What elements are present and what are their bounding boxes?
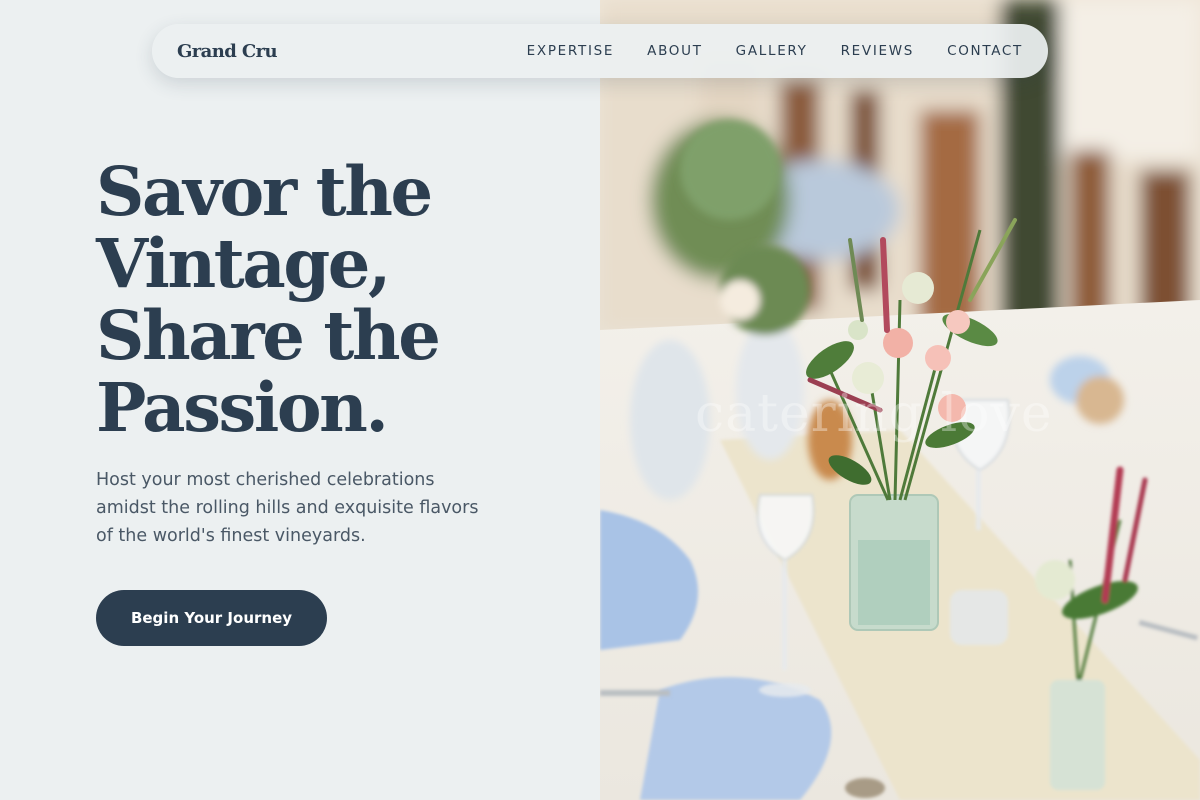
hero-title-line: Share the <box>96 296 441 375</box>
brand-logo[interactable]: Grand Cru <box>177 41 278 62</box>
nav-links: EXPERTISE ABOUT GALLERY REVIEWS CONTACT <box>527 43 1023 59</box>
hero-title-line: Vintage, <box>96 224 391 303</box>
begin-journey-button[interactable]: Begin Your Journey <box>96 590 327 646</box>
top-nav: Grand Cru EXPERTISE ABOUT GALLERY REVIEW… <box>152 24 1048 78</box>
nav-link-expertise[interactable]: EXPERTISE <box>527 43 614 59</box>
hero-title-line: Savor the <box>96 152 433 231</box>
hero-subtitle: Host your most cherished celebrations am… <box>96 466 516 550</box>
nav-link-gallery[interactable]: GALLERY <box>736 43 808 59</box>
nav-link-contact[interactable]: CONTACT <box>947 43 1023 59</box>
hero-title: Savor the Vintage, Share the Passion. <box>96 156 576 444</box>
nav-link-reviews[interactable]: REVIEWS <box>841 43 914 59</box>
hero-photo: catering love <box>600 0 1200 800</box>
nav-link-about[interactable]: ABOUT <box>647 43 703 59</box>
hero-title-line: Passion. <box>96 368 389 447</box>
hero-subtitle-line: Host your most cherished celebrations <box>96 470 435 490</box>
hero-subtitle-line: amidst the rolling hills and exquisite f… <box>96 498 479 518</box>
image-watermark: catering love <box>695 384 1053 444</box>
hero-subtitle-line: of the world's finest vineyards. <box>96 526 366 546</box>
